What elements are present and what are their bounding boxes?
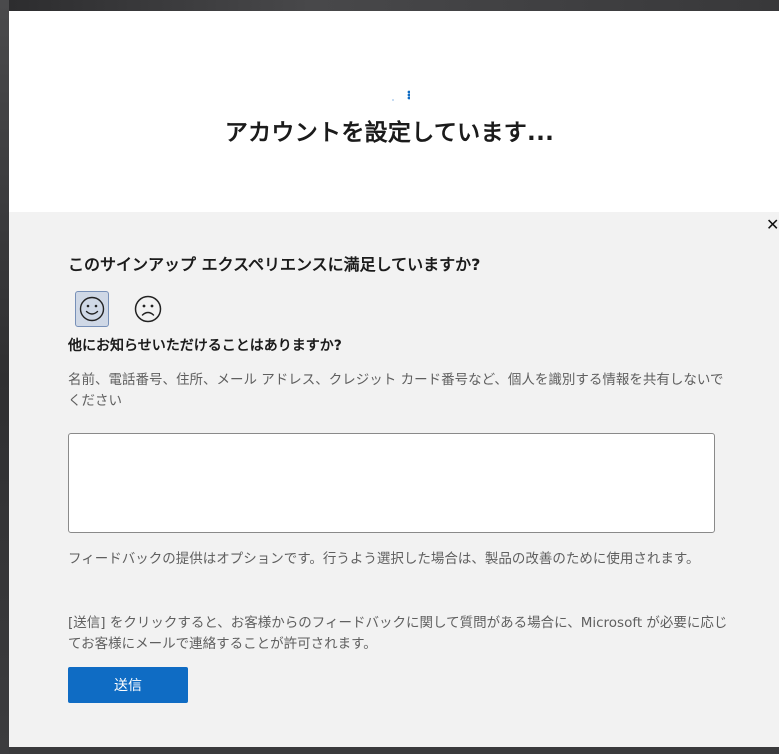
consent-note: [送信] をクリックすると、お客様からのフィードバックに関して質問がある場合に、…: [68, 615, 728, 652]
privacy-hint: 名前、電話番号、住所、メール アドレス、クレジット カード番号など、個人を識別す…: [68, 372, 724, 409]
page-title: アカウントを設定しています...: [224, 120, 555, 146]
optional-note: フィードバックの提供はオプションです。行うよう選択した場合は、製品の改善のために…: [68, 551, 700, 567]
satisfaction-question: このサインアップ エクスペリエンスに満足していますか?: [68, 255, 481, 274]
close-icon[interactable]: ✕: [766, 218, 779, 232]
smiley-face-button[interactable]: [75, 291, 109, 327]
submit-button[interactable]: 送信: [68, 667, 188, 703]
desktop-background-top: [0, 0, 779, 11]
feedback-comment-input[interactable]: [68, 433, 715, 533]
frowning-face-button[interactable]: [131, 291, 165, 327]
smiley-face-icon: [79, 296, 105, 322]
frowning-face-icon: [134, 295, 162, 323]
comment-question: 他にお知らせいただけることはありますか?: [68, 338, 342, 354]
loading-spinner-icon: [392, 90, 410, 101]
